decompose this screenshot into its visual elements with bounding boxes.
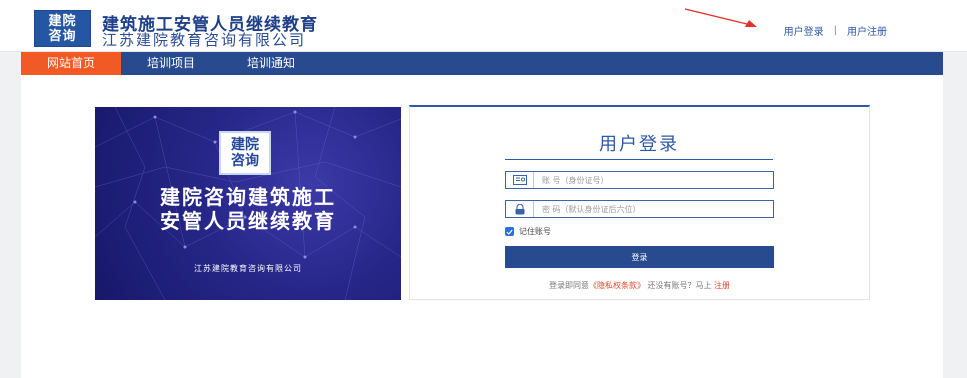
remember-account[interactable]: 记住账号	[505, 226, 551, 237]
banner-title-line2: 安管人员继续教育	[160, 209, 336, 233]
banner-logo-line1: 建院	[231, 137, 259, 153]
site-subtitle: 江苏建院教育咨询有限公司	[102, 31, 307, 49]
banner-logo-line2: 咨询	[231, 153, 259, 169]
banner-company: 江苏建院教育咨询有限公司	[194, 264, 302, 273]
password-input[interactable]	[542, 202, 762, 216]
login-button[interactable]: 登录	[505, 246, 774, 268]
link-separator: |	[833, 25, 837, 36]
banner-logo: 建院 咨询	[219, 131, 271, 175]
no-account-text: 还没有账号？马上	[647, 281, 712, 290]
logo-text-line1: 建院	[48, 13, 77, 29]
privacy-policy-link[interactable]: 《隐私权条款》	[589, 281, 645, 290]
main-nav: 网站首页 培训项目 培训通知	[21, 52, 943, 75]
login-title-underline	[505, 159, 773, 160]
nav-item-training-projects[interactable]: 培训项目	[121, 52, 221, 75]
promo-banner: 建院 咨询 建院咨询建筑施工 安管人员继续教育 江苏建院教育咨询有限公司	[95, 107, 401, 300]
login-link[interactable]: 用户登录	[784, 23, 824, 38]
site-header: 建院 咨询 建筑施工安管人员继续教育 江苏建院教育咨询有限公司 用户登录 | 用…	[0, 0, 967, 52]
remember-label: 记住账号	[519, 227, 551, 236]
nav-item-home[interactable]: 网站首页	[21, 52, 121, 75]
site-logo[interactable]: 建院 咨询	[34, 10, 91, 47]
register-now-link[interactable]: 注册	[714, 281, 730, 290]
account-field[interactable]	[505, 171, 774, 189]
account-input[interactable]	[542, 173, 762, 187]
top-links: 用户登录 | 用户注册	[784, 23, 887, 38]
id-card-icon	[506, 172, 534, 188]
agreement-text: 登录即同意《隐私权条款》 还没有账号？马上 注册	[505, 280, 774, 291]
remember-checkbox[interactable]	[505, 227, 514, 236]
nav-item-training-notices[interactable]: 培训通知	[221, 52, 321, 75]
logo-text-line2: 咨询	[48, 28, 77, 44]
annotation-arrow-icon	[684, 8, 757, 27]
register-link[interactable]: 用户注册	[847, 23, 887, 38]
lock-icon	[506, 201, 534, 217]
agree-prefix: 登录即同意	[548, 281, 589, 290]
login-title: 用户登录	[599, 134, 679, 155]
password-field[interactable]	[505, 200, 774, 218]
